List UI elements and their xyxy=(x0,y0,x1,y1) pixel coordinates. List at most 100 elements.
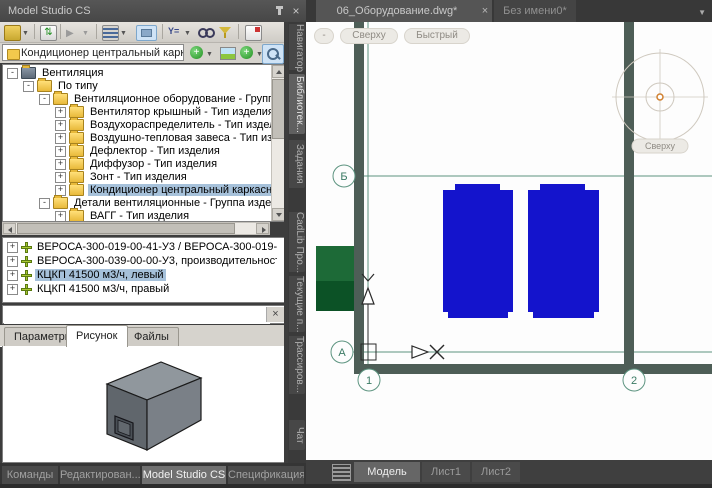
expander-icon[interactable]: + xyxy=(55,107,66,118)
scroll-right-icon[interactable] xyxy=(256,223,269,234)
ahu-unit-2-top[interactable] xyxy=(540,184,585,191)
view-mode-icon[interactable] xyxy=(102,25,119,41)
viewport-minimize-control[interactable]: - xyxy=(314,28,334,44)
element-search-combo[interactable]: Кондиционер центральный карк... xyxy=(2,44,184,61)
expander-icon[interactable]: + xyxy=(55,185,66,196)
wall-left[interactable] xyxy=(354,22,364,374)
list-item[interactable]: +ВЕРОСА-300-019-00-41-У3 / ВЕРОСА-300-01… xyxy=(7,241,277,254)
expander-icon[interactable]: - xyxy=(39,198,50,209)
binoculars-icon[interactable] xyxy=(198,25,213,39)
filter-caret-icon[interactable]: ▼ xyxy=(184,30,191,37)
ahu-unit-2[interactable] xyxy=(528,190,599,312)
layout-list-icon[interactable] xyxy=(332,464,351,481)
scroll-left-icon[interactable] xyxy=(3,223,16,234)
equipment-green-lower[interactable] xyxy=(316,281,357,311)
expander-icon[interactable]: + xyxy=(55,159,66,170)
equipment-green-upper[interactable] xyxy=(316,246,357,281)
component-icon xyxy=(21,242,32,253)
sidetab-current[interactable]: Текущие п... xyxy=(289,276,305,332)
ahu-unit-1-top[interactable] xyxy=(455,184,500,191)
doc-close-icon[interactable]: × xyxy=(478,0,492,22)
wall-right[interactable] xyxy=(624,22,634,374)
print-icon[interactable] xyxy=(4,25,21,41)
tree-row[interactable]: + Воздушно-тепловая завеса - Тип издели xyxy=(55,132,286,145)
tree-label: Воздушно-тепловая завеса - Тип издели xyxy=(88,132,286,144)
list-item[interactable]: +ВЕРОСА-300-039-00-00-У3, производительн… xyxy=(7,255,277,268)
tree-row-selected[interactable]: +Кондиционер центральный каркасно-пан xyxy=(55,184,286,197)
sidetab-navigator[interactable]: Навигатор xyxy=(289,24,305,70)
pin-icon[interactable] xyxy=(272,4,286,18)
expander-icon[interactable]: + xyxy=(55,146,66,157)
sheet-tab-model[interactable]: Модель xyxy=(354,462,420,482)
print-caret-icon[interactable]: ▼ xyxy=(22,30,29,37)
tree-row[interactable]: +Дефлектор - Тип изделия xyxy=(55,145,222,158)
doc-list-caret-icon[interactable]: ▼ xyxy=(698,8,706,17)
wall-bottom[interactable] xyxy=(354,364,712,374)
tree-row[interactable]: +Вентилятор крышный - Тип изделия xyxy=(55,106,276,119)
clear-filter-icon[interactable]: × xyxy=(266,307,284,322)
sheet-tab-list2[interactable]: Лист2 xyxy=(472,462,520,482)
expander-icon[interactable]: - xyxy=(39,94,50,105)
tab-specification[interactable]: Спецификация xyxy=(228,466,304,485)
viewport-visual-style-control[interactable]: Быстрый xyxy=(404,28,470,44)
expander-icon[interactable]: + xyxy=(7,270,18,281)
tree-horizontal-scrollbar[interactable] xyxy=(2,222,270,235)
doc-tab-equipment[interactable]: 06_Оборудование.dwg* xyxy=(316,0,492,22)
sidetab-chat[interactable]: Чат xyxy=(289,420,305,450)
close-icon[interactable]: × xyxy=(289,4,303,18)
refresh-element-icon[interactable]: + xyxy=(240,46,253,59)
view-mode-caret-icon[interactable]: ▼ xyxy=(120,30,127,37)
expander-icon[interactable]: - xyxy=(23,81,34,92)
tree-row[interactable]: +Диффузор - Тип изделия xyxy=(55,158,219,171)
doc-tab-unnamed[interactable]: Без имени0* xyxy=(494,0,576,22)
export-icon[interactable] xyxy=(245,25,262,41)
ahu-unit-1-base[interactable] xyxy=(448,312,508,318)
list-item-selected[interactable]: +КЦКП 41500 м3/ч, левый xyxy=(7,269,277,282)
tab-model-studio-cs[interactable]: Model Studio CS xyxy=(142,466,226,485)
expander-icon[interactable]: + xyxy=(55,172,66,183)
palette-titlebar[interactable]: Model Studio CS × xyxy=(0,0,306,22)
filter-input[interactable] xyxy=(4,307,270,324)
expander-icon[interactable]: + xyxy=(55,133,66,144)
image-icon[interactable] xyxy=(220,47,236,60)
viewport-view-control[interactable]: Сверху xyxy=(340,28,398,44)
add-element-caret-icon[interactable]: ▼ xyxy=(206,51,213,58)
axis-label-1: 1 xyxy=(366,375,372,387)
ahu-unit-1[interactable] xyxy=(443,190,513,312)
filter-conditions-icon[interactable]: Y= xyxy=(168,26,179,36)
compass-center-icon xyxy=(657,94,663,100)
sheet-tab-list1[interactable]: Лист1 xyxy=(422,462,470,482)
expander-icon[interactable]: - xyxy=(7,68,18,79)
list-item[interactable]: +КЦКП 41500 м3/ч, правый xyxy=(7,283,277,296)
toolbar-separator xyxy=(60,24,61,39)
sidetab-library[interactable]: Библиотек... xyxy=(289,74,305,134)
sidetab-cadlib-project[interactable]: CadLib Про... xyxy=(289,212,305,272)
tree-row[interactable]: +ВАГГ - Тип изделия xyxy=(55,210,191,222)
expander-icon[interactable]: + xyxy=(7,242,18,253)
toolbar-separator xyxy=(96,24,97,39)
ahu-unit-2-base[interactable] xyxy=(533,312,594,318)
expander-icon[interactable]: + xyxy=(7,256,18,267)
drawing-canvas[interactable]: Б А 1 2 Сверху - Сверху Быстрый xyxy=(306,22,712,460)
tab-files[interactable]: Файлы xyxy=(124,327,179,346)
tab-commands[interactable]: Команды xyxy=(2,466,58,485)
component-icon xyxy=(21,284,32,295)
sidetab-tasks[interactable]: Задания xyxy=(289,140,305,188)
scroll-thumb[interactable] xyxy=(17,223,235,234)
add-element-icon[interactable]: + xyxy=(190,46,203,59)
apply-caret-icon[interactable]: ▼ xyxy=(82,30,89,37)
tab-drawing[interactable]: Рисунок xyxy=(66,325,128,347)
card-panel-toggle-icon[interactable] xyxy=(136,25,157,41)
tab-editing[interactable]: Редактирован... xyxy=(60,466,140,485)
expander-icon[interactable]: + xyxy=(55,120,66,131)
update-base-icon[interactable]: ⇅ xyxy=(40,25,57,41)
magnifier-icon[interactable] xyxy=(262,44,284,64)
sidetab-routing[interactable]: Трассиров... xyxy=(289,336,305,394)
tree-vertical-scrollbar[interactable] xyxy=(271,65,285,221)
funnel-icon[interactable] xyxy=(218,25,233,39)
apply-icon[interactable]: ▶ xyxy=(66,28,74,39)
tree-row[interactable]: +Воздухораспределитель - Тип изделия xyxy=(55,119,286,132)
tree-row[interactable]: -Вентиляция xyxy=(7,67,106,80)
expander-icon[interactable]: + xyxy=(55,211,66,222)
expander-icon[interactable]: + xyxy=(7,284,18,295)
